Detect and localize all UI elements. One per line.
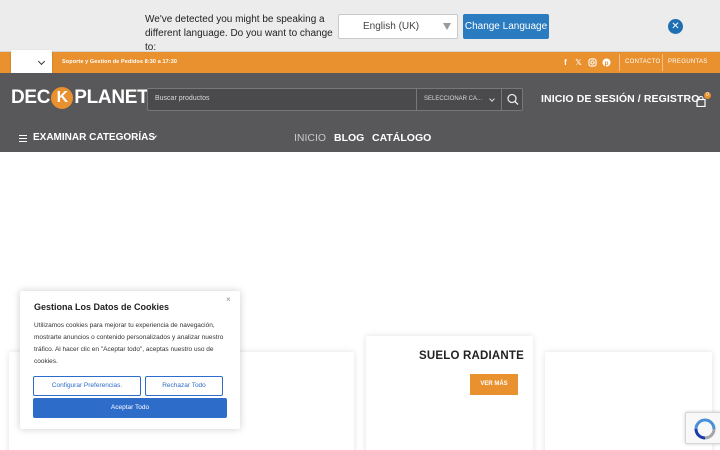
- nav-home[interactable]: INICIO: [294, 132, 326, 144]
- cookie-dialog-title: Gestiona Los Datos de Cookies: [34, 302, 170, 312]
- pinterest-icon[interactable]: p: [602, 58, 611, 67]
- configure-preferences-button[interactable]: Configurar Preferencias.: [33, 376, 141, 396]
- page: We've detected you might be speaking a d…: [0, 0, 720, 450]
- logo-text-pre: DEC: [11, 87, 51, 108]
- recaptcha-badge[interactable]: [685, 412, 720, 444]
- close-icon[interactable]: ×: [226, 295, 231, 304]
- logo-k-badge: K: [51, 87, 74, 109]
- category-select[interactable]: SELECCIONAR CA...: [416, 89, 501, 110]
- language-select[interactable]: English (UK): [338, 14, 458, 39]
- browse-categories-button[interactable]: EXAMINAR CATEGORÍAS: [33, 132, 155, 143]
- support-hours: Soporte y Gestion de Pedidos 8:30 a 17:3…: [62, 59, 178, 65]
- logo-text-post: PLANET: [74, 87, 149, 108]
- see-more-button[interactable]: VER MÁS: [470, 374, 518, 395]
- login-register-link[interactable]: INICIO DE SESIÓN / REGISTRO: [541, 93, 699, 105]
- reject-all-button[interactable]: Rechazar Todo: [145, 376, 223, 396]
- x-icon[interactable]: 𝕏: [574, 58, 583, 67]
- search-button[interactable]: [501, 89, 523, 110]
- cookie-dialog-text: Utilizamos cookies para mejorar tu exper…: [34, 322, 224, 365]
- chevron-down-icon: [37, 57, 46, 66]
- language-select-value: English (UK): [363, 21, 420, 32]
- search-input[interactable]: Buscar productos: [155, 95, 209, 102]
- search-icon: [507, 93, 519, 105]
- card-title: SUELO RADIANTE: [419, 350, 525, 362]
- language-banner-message: We've detected you might be speaking a d…: [145, 14, 333, 53]
- svg-text:p: p: [605, 60, 609, 67]
- divider: [619, 54, 620, 71]
- divider: [662, 54, 663, 71]
- accept-all-button[interactable]: Aceptar Todo: [33, 398, 227, 418]
- instagram-icon[interactable]: [588, 58, 597, 67]
- nav-catalog[interactable]: CATÁLOGO: [372, 132, 431, 144]
- contact-link[interactable]: CONTACTO: [625, 59, 661, 65]
- faq-link[interactable]: PREGUNTAS: [668, 59, 708, 65]
- caret-down-icon: [443, 23, 451, 30]
- facebook-icon[interactable]: f: [561, 58, 570, 67]
- close-banner-icon[interactable]: ✕: [668, 19, 683, 34]
- search-bar: Buscar productos SELECCIONAR CA...: [147, 88, 523, 111]
- recaptcha-icon: [694, 418, 716, 440]
- change-language-button[interactable]: Change Language: [463, 14, 549, 39]
- site-logo[interactable]: DEC K PLANET: [11, 87, 149, 109]
- menu-icon[interactable]: [19, 135, 27, 142]
- category-select-value: SELECCIONAR CA...: [424, 96, 483, 102]
- chevron-down-icon: [489, 96, 495, 102]
- cart-count-badge: 0: [704, 92, 711, 99]
- nav-blog[interactable]: BLOG: [334, 132, 364, 144]
